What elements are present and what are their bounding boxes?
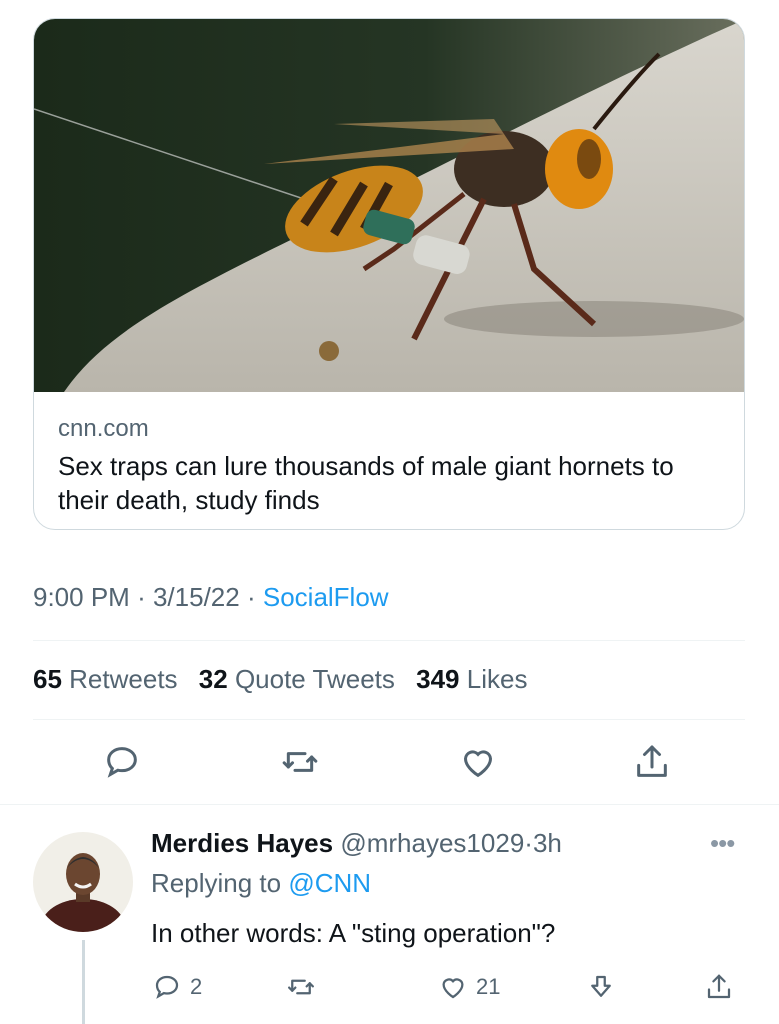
like-icon	[442, 978, 464, 999]
separator: ·	[524, 828, 533, 858]
reply-author-name[interactable]: Merdies Hayes	[151, 828, 333, 858]
retweet-icon	[288, 979, 314, 995]
separator: ·	[246, 582, 256, 612]
quotes-label: Quote Tweets	[234, 664, 395, 694]
avatar[interactable]	[33, 832, 133, 932]
quotes-stat[interactable]: 32 Quote Tweets	[199, 664, 395, 694]
link-card[interactable]: cnn.com Sex traps can lure thousands of …	[33, 18, 745, 530]
reply-count: 2	[190, 974, 203, 999]
reply-author-handle[interactable]: @mrhayes1029	[340, 828, 524, 858]
reply-icon	[155, 975, 179, 999]
reply-downvote-button[interactable]	[586, 970, 616, 1004]
divider	[33, 719, 745, 720]
likes-count: 349	[416, 664, 460, 694]
retweet-icon[interactable]	[280, 742, 320, 782]
like-count: 21	[476, 974, 501, 999]
share-icon	[707, 974, 731, 999]
reply-age[interactable]: 3h	[533, 828, 562, 858]
likes-stat[interactable]: 349 Likes	[416, 664, 527, 694]
reply-share-button[interactable]	[704, 970, 734, 1004]
thread-line	[82, 940, 85, 1024]
replying-to-link[interactable]: @CNN	[288, 868, 371, 898]
tweet-timestamp: 9:00 PM · 3/15/22 · SocialFlow	[33, 582, 389, 613]
reply-header: Merdies Hayes @mrhayes1029·3h	[151, 828, 562, 859]
like-icon[interactable]	[458, 742, 498, 782]
hornet-photo	[34, 19, 744, 392]
replying-prefix: Replying to	[151, 868, 282, 898]
card-headline: Sex traps can lure thousands of male gia…	[58, 451, 674, 515]
retweets-count: 65	[33, 664, 62, 694]
likes-label: Likes	[466, 664, 528, 694]
reply-like-button[interactable]: 21	[438, 970, 500, 1004]
retweets-stat[interactable]: 65 Retweets	[33, 664, 178, 694]
retweets-label: Retweets	[69, 664, 178, 694]
tweet-stats: 65 Retweets 32 Quote Tweets 349 Likes	[33, 664, 527, 695]
separator: ·	[137, 582, 146, 612]
reply-icon[interactable]	[102, 742, 142, 782]
divider	[33, 640, 745, 641]
more-options-icon[interactable]: •••	[710, 828, 735, 859]
share-icon[interactable]	[632, 742, 672, 782]
downvote-icon	[591, 975, 611, 997]
reply-retweet-button[interactable]	[286, 970, 316, 1004]
tweet-time[interactable]: 9:00 PM	[33, 582, 130, 612]
card-domain: cnn.com	[58, 415, 149, 442]
replying-to: Replying to @CNN	[151, 868, 371, 899]
tweet-date[interactable]: 3/15/22	[153, 582, 240, 612]
tweet-source-link[interactable]: SocialFlow	[263, 582, 389, 612]
reply-text: In other words: A "sting operation"?	[151, 918, 556, 948]
divider	[0, 804, 779, 805]
quotes-count: 32	[198, 664, 228, 694]
reply-reply-button[interactable]: 2	[152, 970, 202, 1004]
